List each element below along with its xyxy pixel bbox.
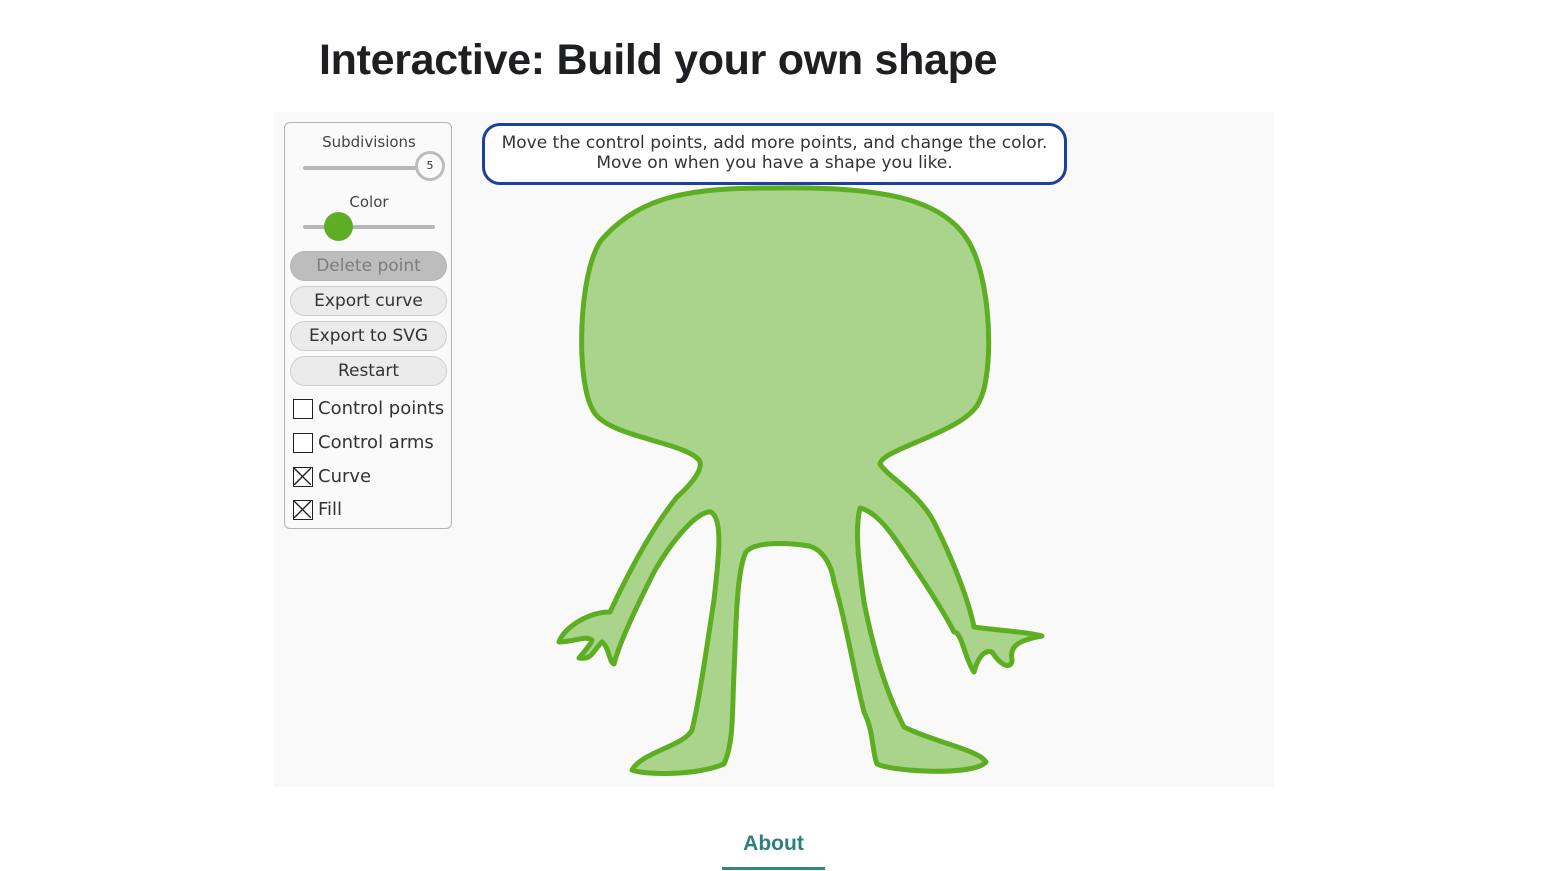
- delete-point-button[interactable]: Delete point: [290, 251, 447, 281]
- color-label: Color: [349, 193, 389, 211]
- instruction-box: Move the control points, add more points…: [482, 123, 1067, 185]
- fill-label: Fill: [318, 499, 343, 520]
- export-curve-button[interactable]: Export curve: [290, 286, 447, 316]
- shape-builder-stage[interactable]: Move the control points, add more points…: [274, 112, 1274, 787]
- curve-checkbox[interactable]: [293, 467, 313, 487]
- fill-checkbox[interactable]: [293, 500, 313, 520]
- checkbox-cross-icon: [294, 468, 311, 485]
- instruction-line-2: Move on when you have a shape you like.: [596, 153, 953, 173]
- restart-button[interactable]: Restart: [290, 356, 447, 386]
- export-svg-button[interactable]: Export to SVG: [290, 321, 447, 351]
- control-arms-label: Control arms: [318, 432, 434, 453]
- about-tab[interactable]: About: [722, 832, 825, 870]
- subdivisions-slider-knob[interactable]: 5: [415, 151, 445, 181]
- color-slider-knob[interactable]: [324, 212, 353, 241]
- subdivisions-slider-track[interactable]: [303, 166, 433, 170]
- control-arms-checkbox[interactable]: [293, 433, 313, 453]
- control-points-checkbox[interactable]: [293, 399, 313, 419]
- curve-label: Curve: [318, 466, 372, 487]
- custom-shape[interactable]: [556, 185, 1045, 777]
- page-title: Interactive: Build your own shape: [319, 36, 998, 84]
- control-points-label: Control points: [318, 398, 445, 419]
- control-panel: Subdivisions 5 Color Delete point Export…: [284, 122, 452, 529]
- instruction-line-1: Move the control points, add more points…: [501, 133, 1048, 153]
- checkbox-cross-icon: [294, 501, 311, 518]
- subdivisions-label: Subdivisions: [322, 133, 416, 151]
- color-slider-track[interactable]: [303, 225, 435, 229]
